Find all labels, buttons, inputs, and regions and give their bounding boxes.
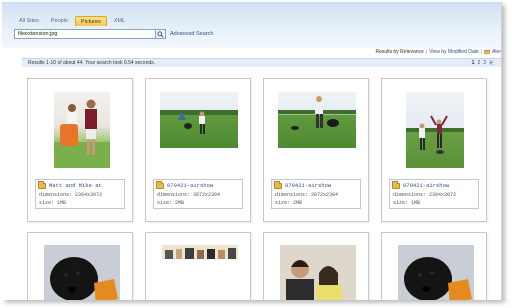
result-card[interactable]: 070421-airshow dimensions: 3072x2304 siz… <box>263 78 369 222</box>
result-info-box: 070421-airshow dimensions: 2304x3072 siz… <box>389 179 479 209</box>
result-thumbnail[interactable] <box>54 92 110 168</box>
search-icon <box>157 30 164 38</box>
page-1: 1 <box>471 60 475 66</box>
tab-xml[interactable]: XML <box>109 16 130 26</box>
pager: 1 2 3 <box>472 60 494 66</box>
search-input[interactable] <box>14 29 156 39</box>
result-size: size: 1MB <box>393 200 421 206</box>
results-bar: Results 1-10 of about 44. Your search to… <box>22 58 501 67</box>
result-thumbnail[interactable] <box>160 92 238 148</box>
result-thumbnail[interactable] <box>280 245 356 300</box>
alert-me-link[interactable]: Aler <box>492 49 501 55</box>
airshow-photo-image <box>406 115 464 154</box>
results-summary: Results 1-10 of about 44. Your search to… <box>28 60 156 66</box>
view-by-modified-date-link[interactable]: View by Modified Date <box>429 49 479 55</box>
folder-icon <box>392 180 400 189</box>
result-card[interactable] <box>27 232 133 300</box>
result-title-link[interactable]: Matt and Mike at <box>49 182 102 189</box>
result-info-box: 070421-airshow dimensions: 3072x2304 siz… <box>153 179 243 209</box>
scope-tabs: All Sites People Pictures XML <box>14 16 130 26</box>
result-card[interactable]: 070421-airshow dimensions: 2304x3072 siz… <box>381 78 487 222</box>
result-dimensions: dimensions: 2304x3072 <box>393 192 457 198</box>
result-size: size: 2MB <box>275 200 303 206</box>
people-photo-image <box>280 245 356 300</box>
folder-icon <box>38 180 46 189</box>
page-2-link[interactable]: 2 <box>477 60 480 66</box>
result-thumbnail[interactable] <box>44 245 120 300</box>
result-card[interactable] <box>145 232 251 300</box>
dog-photo-image <box>398 245 474 300</box>
search-results-page: All Sites People Pictures XML Advanced S… <box>2 2 502 300</box>
search-header: All Sites People Pictures XML Advanced S… <box>2 2 501 48</box>
result-size: size: 1MB <box>39 200 67 206</box>
alert-icon[interactable] <box>484 49 490 55</box>
result-dimensions: dimensions: 2304x3072 <box>39 192 103 198</box>
people-photo-image <box>54 99 110 168</box>
airshow-photo-image <box>278 96 356 130</box>
airshow-photo-image <box>160 110 238 134</box>
result-dimensions: dimensions: 3072x2304 <box>275 192 339 198</box>
tab-all-sites[interactable]: All Sites <box>14 16 44 26</box>
result-thumbnail[interactable] <box>406 92 464 168</box>
sort-separator: | <box>425 49 428 55</box>
tab-people[interactable]: People <box>46 16 73 26</box>
result-thumbnail[interactable] <box>398 245 474 300</box>
sort-relevance-label: Results by Relevance <box>375 49 424 55</box>
result-thumbnail[interactable] <box>278 92 356 148</box>
result-card[interactable]: 070421-airshow dimensions: 3072x2304 siz… <box>145 78 251 222</box>
crowd-photo-image <box>162 245 238 259</box>
page-3-link[interactable]: 3 <box>483 60 486 66</box>
result-card[interactable]: Matt and Mike at dimensions: 2304x3072 s… <box>27 78 133 222</box>
result-card[interactable] <box>263 232 369 300</box>
result-title-link[interactable]: 070421-airshow <box>167 182 213 189</box>
result-title-link[interactable]: 070421-airshow <box>285 182 331 189</box>
result-dimensions: dimensions: 3072x2304 <box>157 192 221 198</box>
result-thumbnail[interactable] <box>162 245 238 259</box>
folder-icon <box>274 180 282 189</box>
result-info-box: Matt and Mike at dimensions: 2304x3072 s… <box>35 179 125 209</box>
dog-photo-image <box>44 245 120 300</box>
sort-options: Results by Relevance | View by Modified … <box>375 49 501 55</box>
alert-separator: | <box>480 49 483 55</box>
result-card[interactable] <box>381 232 487 300</box>
tab-pictures[interactable]: Pictures <box>75 16 107 26</box>
result-info-box: 070421-airshow dimensions: 3072x2304 siz… <box>271 179 361 209</box>
next-page-icon[interactable] <box>489 60 494 65</box>
result-size: size: 2MB <box>157 200 185 206</box>
search-row: Advanced Search <box>14 29 213 39</box>
folder-icon <box>156 180 164 189</box>
advanced-search-link[interactable]: Advanced Search <box>170 31 213 37</box>
search-button[interactable] <box>156 29 166 39</box>
result-title-link[interactable]: 070421-airshow <box>403 182 449 189</box>
